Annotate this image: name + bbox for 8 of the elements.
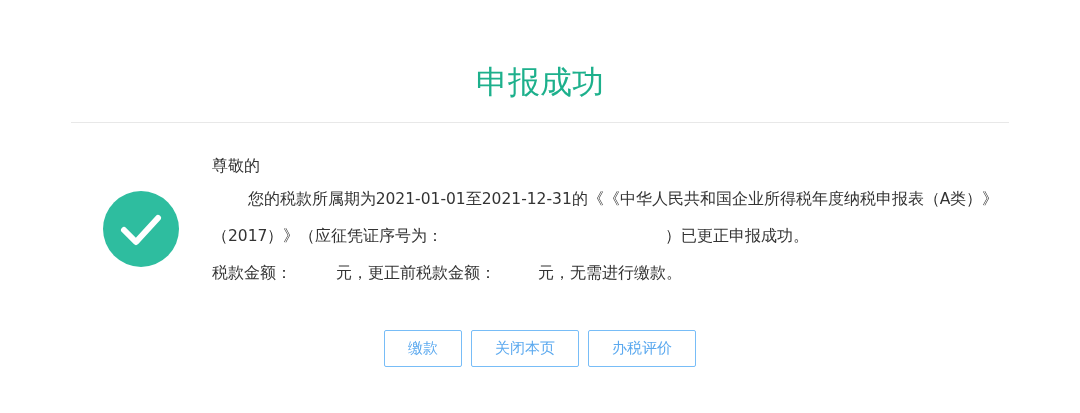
page-title: 申报成功 [476, 62, 604, 102]
greeting-text: 尊敬的 [212, 156, 260, 177]
message-paragraph: 您的税款所属期为2021-01-01至2021-12-31的《《中华人民共和国企业所得税年度纳税申报表（A类）》（2017）》（应征凭证序号为： ）已更正申报成功。 [212, 189, 1000, 247]
checkmark-icon [103, 191, 179, 267]
amount-text: 税款金额： 元，更正前税款金额： 元，无需进行缴款。 [212, 263, 682, 284]
action-button[interactable]: 缴款 [384, 330, 462, 367]
action-button[interactable]: 关闭本页 [471, 330, 579, 367]
action-button[interactable]: 办税评价 [588, 330, 696, 367]
